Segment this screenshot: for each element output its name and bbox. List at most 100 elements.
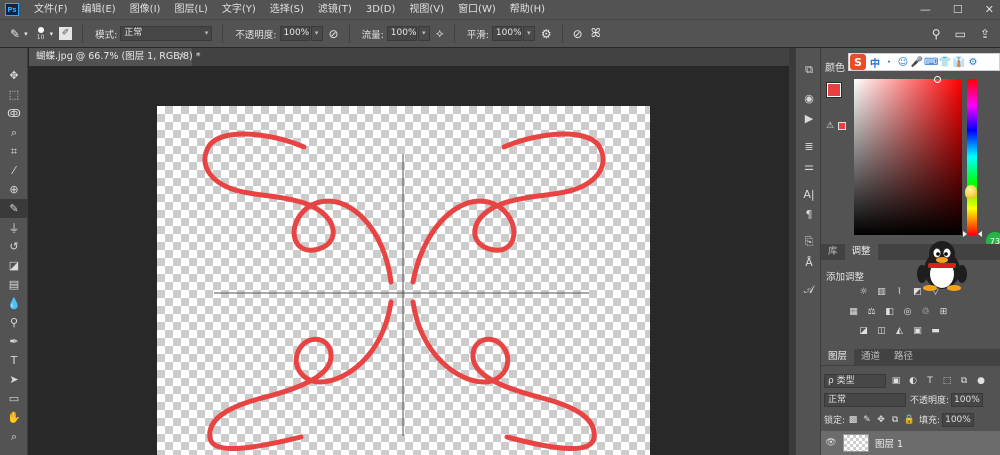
black-white-icon[interactable]: ◧ [883, 306, 896, 318]
hue-slider-handle[interactable] [978, 231, 982, 237]
tool-preset-dropdown-icon[interactable]: ▾ [24, 30, 28, 38]
tab-layers[interactable]: 图层 [821, 349, 855, 365]
color-field[interactable] [854, 76, 962, 235]
opacity-slider-toggle[interactable]: ▾ [310, 26, 323, 41]
channel-mixer-icon[interactable]: ♲ [919, 306, 932, 318]
lasso-tool-icon[interactable]: ↂ [0, 104, 28, 123]
eraser-tool-icon[interactable]: ◪ [0, 256, 28, 275]
hand-tool-icon[interactable]: ✋ [0, 408, 28, 427]
brush-tool-icon[interactable]: ✎ [10, 27, 20, 41]
sogou-logo[interactable]: S [850, 54, 866, 70]
lock-transparent-icon[interactable]: ▩ [847, 415, 859, 425]
fill-input[interactable]: 100% [942, 412, 974, 427]
foreground-color-swatch[interactable] [826, 82, 842, 98]
layer-kind-filter[interactable]: ρ 类型 [824, 373, 886, 388]
emoji-icon[interactable]: ☺ [896, 57, 910, 68]
menu-layer[interactable]: 图层(L) [167, 0, 214, 19]
keyboard-icon[interactable]: ⌨ [924, 57, 938, 68]
symmetry-butterfly-icon[interactable]: ꕤ [591, 26, 601, 41]
flow-slider-toggle[interactable]: ▾ [417, 26, 430, 41]
threshold-icon[interactable]: ◭ [893, 325, 906, 337]
adjustment-filter-icon[interactable]: ◐ [906, 376, 920, 386]
menu-file[interactable]: 文件(F) [27, 0, 75, 19]
shape-filter-icon[interactable]: ⬚ [940, 376, 954, 386]
clone-stamp-tool-icon[interactable]: ⏚ [0, 218, 28, 237]
search-icon[interactable]: ⚲ [932, 27, 941, 41]
smart-object-filter-icon[interactable]: ⧉ [957, 376, 971, 386]
menu-filter[interactable]: 滤镜(T) [311, 0, 359, 19]
eyedropper-tool-icon[interactable]: ⁄ [0, 161, 28, 180]
color-balance-icon[interactable]: ⚖ [865, 306, 878, 318]
workspace-icon[interactable]: ▭ [955, 27, 966, 41]
skin-icon[interactable]: 👕 [938, 57, 952, 68]
smoothing-input[interactable]: 100% [491, 26, 522, 41]
punctuation-icon[interactable]: · [882, 57, 896, 68]
healing-brush-tool-icon[interactable]: ⊕ [0, 180, 28, 199]
actions-panel-icon[interactable]: ▶ [796, 108, 822, 128]
ime-language[interactable]: 中 [868, 55, 882, 70]
hue-slider[interactable] [967, 79, 977, 235]
smoothing-slider-toggle[interactable]: ▾ [522, 26, 535, 41]
adjustments-sliders-icon[interactable]: ⚌ [796, 156, 822, 176]
menu-select[interactable]: 选择(S) [263, 0, 311, 19]
tab-adjustments[interactable]: 调整 [844, 244, 878, 260]
pixel-filter-icon[interactable]: ▣ [889, 376, 903, 386]
close-button[interactable]: ✕ [985, 3, 994, 16]
layer-row[interactable]: 👁 图层 1 [821, 431, 1000, 455]
menu-type[interactable]: 文字(Y) [215, 0, 263, 19]
gradient-map-icon[interactable]: ▬ [929, 325, 942, 337]
rectangle-tool-icon[interactable]: ▭ [0, 389, 28, 408]
path-selection-tool-icon[interactable]: ➤ [0, 370, 28, 389]
brush-tool-icon[interactable]: ✎ [0, 199, 28, 218]
menu-image[interactable]: 图像(I) [123, 0, 168, 19]
close-icon[interactable]: × [178, 48, 186, 66]
paragraph-styles-icon[interactable]: ≣ [796, 136, 822, 156]
clothing-icon[interactable]: 👔 [952, 57, 966, 68]
clone-source-icon[interactable]: ⎘ [796, 232, 822, 252]
selective-color-icon[interactable]: ▣ [911, 325, 924, 337]
flow-input[interactable]: 100% [386, 26, 417, 41]
eye-icon[interactable]: 👁 [823, 438, 839, 448]
lock-position-icon[interactable]: ✥ [875, 415, 887, 425]
type-tool-icon[interactable]: T [0, 351, 28, 370]
pressure-opacity-icon[interactable]: ⊘ [329, 27, 339, 41]
blur-tool-icon[interactable]: 💧 [0, 294, 28, 313]
share-icon[interactable]: ⇪ [980, 27, 990, 41]
layer-opacity-input[interactable]: 100% [951, 392, 983, 407]
color-lookup-icon[interactable]: ⊞ [937, 306, 950, 318]
blend-mode-select[interactable]: 正常 [824, 392, 906, 407]
lock-artboard-icon[interactable]: ⧉ [889, 415, 901, 425]
opacity-input[interactable]: 100% [279, 26, 310, 41]
crop-tool-icon[interactable]: ⌗ [0, 142, 28, 161]
lock-all-icon[interactable]: 🔒 [903, 415, 915, 425]
tab-color[interactable]: 颜色 [825, 59, 845, 74]
history-brush-tool-icon[interactable]: ↺ [0, 237, 28, 256]
posterize-icon[interactable]: ◫ [875, 325, 888, 337]
menu-edit[interactable]: 编辑(E) [75, 0, 123, 19]
pressure-size-icon[interactable]: ⊘ [573, 27, 583, 41]
airbrush-icon[interactable]: ⟡ [436, 26, 444, 41]
menu-window[interactable]: 窗口(W) [451, 0, 503, 19]
brush-preset-picker[interactable]: 10 [34, 24, 48, 44]
zoom-tool-icon[interactable]: ⌕ [0, 427, 28, 446]
marquee-tool-icon[interactable]: ⬚ [0, 85, 28, 104]
brightness-icon[interactable]: ☼ [857, 286, 870, 298]
type-filter-icon[interactable]: T [923, 376, 937, 386]
brush-preset-dropdown-icon[interactable]: ▾ [50, 30, 54, 38]
menu-3d[interactable]: 3D(D) [359, 0, 403, 19]
color-picker-handle[interactable] [934, 76, 941, 83]
tab-libraries[interactable]: 库 [821, 244, 845, 260]
dodge-tool-icon[interactable]: ⚲ [0, 313, 28, 332]
menu-help[interactable]: 帮助(H) [503, 0, 552, 19]
levels-icon[interactable]: ▥ [875, 286, 888, 298]
character-panel-icon[interactable]: A| [796, 184, 822, 204]
curves-icon[interactable]: ⌇ [893, 286, 906, 298]
microphone-icon[interactable]: 🎤 [910, 57, 924, 68]
gear-icon[interactable]: ⚙ [541, 27, 552, 41]
properties-panel-icon[interactable]: ◉ [796, 88, 822, 108]
document-tab[interactable]: 蝴蝶.jpg @ 66.7% (图层 1, RGB/8) * × [29, 48, 200, 66]
character-styles-icon[interactable]: 𝒜 [796, 280, 822, 300]
minimize-button[interactable]: — [920, 3, 931, 16]
document-canvas[interactable] [157, 106, 650, 455]
glyphs-icon[interactable]: Å [796, 252, 822, 272]
